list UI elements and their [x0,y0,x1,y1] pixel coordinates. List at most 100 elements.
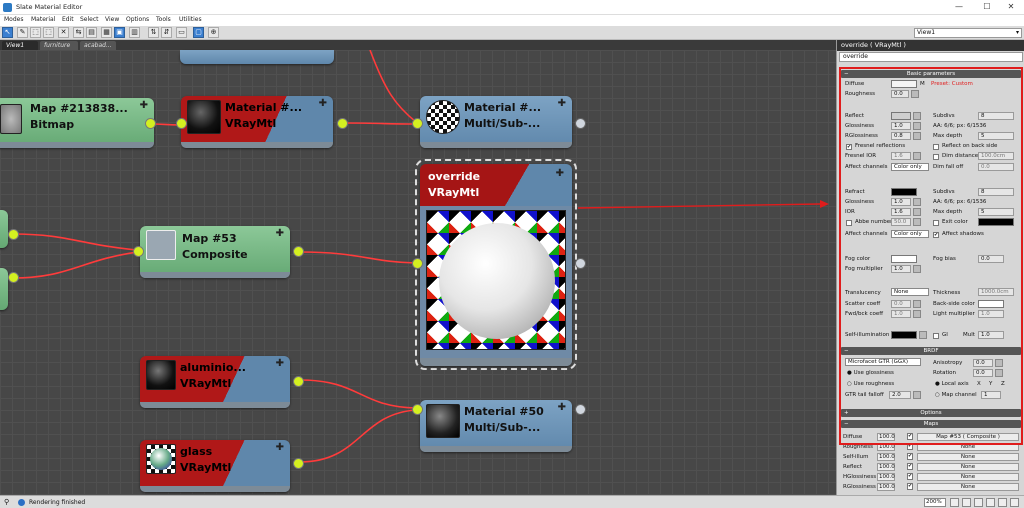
map-amount[interactable]: 100.0 [877,483,895,491]
mult-spinner[interactable]: 1.0 [978,331,1004,339]
expand-plus-icon[interactable]: ✚ [558,98,566,109]
node-glass[interactable]: glass VRayMtl ✚ [140,440,290,492]
override-input-socket[interactable] [412,258,423,269]
abbe-spinner[interactable]: 50.0 [891,218,911,226]
menu-tools[interactable]: Tools [156,16,171,23]
fog-bias-spinner[interactable]: 0.0 [978,255,1004,263]
roughness-map-button[interactable] [911,90,919,98]
glossiness-map-button[interactable] [913,122,921,130]
fresnel-ior-spinner[interactable]: 1.6 [891,152,911,160]
axis-z-button[interactable]: Z [1001,381,1005,387]
map-slot-button[interactable]: Map #53 ( Composite ) [917,433,1019,441]
map-enabled-checkbox[interactable]: ✔ [907,483,913,490]
map-amount[interactable]: 100.0 [877,443,895,451]
bitmap-output-socket[interactable] [145,118,156,129]
left-b-output-socket[interactable] [8,272,19,283]
map-channel-radio[interactable]: ○ Map channel [935,392,977,398]
fwd-bck-map-button[interactable] [913,310,921,318]
select-by-material-icon[interactable]: ▢ [193,27,204,38]
abbe-checkbox[interactable] [846,220,852,226]
node-left-partial-b[interactable] [0,268,8,310]
zoom-level[interactable]: 200% [924,498,946,507]
map-channel-spinner[interactable]: 1 [981,391,1001,399]
fog-multiplier-spinner[interactable]: 1.0 [891,265,911,273]
node-multisub-top[interactable]: Material #... Multi/Sub-... ✚ [420,96,572,148]
material-map-browser-icon[interactable]: ⇵ [161,27,172,38]
dim-falloff-spinner[interactable]: 0.0 [978,163,1014,171]
map-enabled-checkbox[interactable]: ✔ [907,453,913,460]
reflect-subdivs-spinner[interactable]: 8 [978,112,1014,120]
composite-input-socket[interactable] [133,246,144,257]
scatter-coeff-spinner[interactable]: 0.0 [891,300,911,308]
maps-header[interactable]: − Maps [841,420,1021,428]
multisub-input-socket[interactable] [412,118,423,129]
map-amount[interactable]: 100.0 [877,433,895,441]
tab-view1[interactable]: View1 [2,41,38,50]
menu-edit[interactable]: Edit [62,16,74,23]
override-output-socket[interactable] [575,258,586,269]
node-material-50[interactable]: Material #50 Multi/Sub-... ✚ [420,400,572,452]
brdf-header[interactable]: − BRDF [841,347,1021,355]
exit-color-swatch[interactable] [978,218,1014,226]
diffuse-map-button[interactable]: M [920,81,925,87]
node-composite[interactable]: Map #53 Composite ✚ [140,226,290,278]
layout-children-icon[interactable]: ⇅ [148,27,159,38]
basic-parameters-header[interactable]: − Basic parameters [841,70,1021,78]
node-left-partial-a[interactable] [0,210,8,248]
reflect-color-swatch[interactable] [891,112,911,120]
menu-utilities[interactable]: Utilities [179,16,202,23]
menu-modes[interactable]: Modes [4,16,23,23]
light-multiplier-spinner[interactable]: 1.0 [978,310,1004,318]
axis-y-button[interactable]: Y [989,381,992,387]
self-illum-color-swatch[interactable] [891,331,917,339]
ior-spinner[interactable]: 1.6 [891,208,911,216]
material-output-socket[interactable] [337,118,348,129]
axis-x-button[interactable]: X [977,381,981,387]
zoom-region-icon[interactable] [974,498,983,507]
dim-distance-spinner[interactable]: 100.0cm [978,152,1014,160]
eyedropper-icon[interactable]: ✎ [17,27,28,38]
m50-input-socket[interactable] [412,404,423,415]
menu-material[interactable]: Material [31,16,55,23]
assign-to-selection-icon[interactable]: ⬚ [43,27,54,38]
map-amount[interactable]: 100.0 [877,473,895,481]
abbe-map-button[interactable] [913,218,921,226]
fog-multiplier-map-button[interactable] [913,265,921,273]
use-glossiness-radio[interactable]: ● Use glossiness [847,370,894,376]
multisub-output-socket[interactable] [575,118,586,129]
scatter-coeff-map-button[interactable] [913,300,921,308]
affect-channels-dropdown[interactable]: Color only [891,163,929,171]
move-children-icon[interactable]: ⇆ [73,27,84,38]
map-amount[interactable]: 100.0 [877,453,895,461]
expand-plus-icon[interactable]: ✚ [558,402,566,413]
use-roughness-radio[interactable]: ○ Use roughness [847,381,894,387]
self-illum-map-button[interactable] [919,331,927,339]
map-enabled-checkbox[interactable]: ✔ [907,463,913,470]
fog-color-swatch[interactable] [891,255,917,263]
m50-output-socket[interactable] [575,404,586,415]
gi-checkbox[interactable] [933,333,939,339]
zoom-extents-icon[interactable] [986,498,995,507]
aluminio-output-socket[interactable] [293,376,304,387]
composite-output-socket[interactable] [293,246,304,257]
diffuse-color-swatch[interactable] [891,80,917,88]
zoom-extents-selected-icon[interactable] [998,498,1007,507]
material-input-socket[interactable] [176,118,187,129]
delete-icon[interactable]: ✕ [58,27,69,38]
grid-icon[interactable] [1010,498,1019,507]
local-axis-radio[interactable]: ● Local axis [935,381,969,387]
map-slot-button[interactable]: None [917,453,1019,461]
options-header[interactable]: + Options [841,409,1021,417]
map-amount[interactable]: 100.0 [877,463,895,471]
show-background-icon[interactable]: ▣ [114,27,125,38]
view-dropdown[interactable]: View1 ▾ [914,28,1022,38]
expand-plus-icon[interactable]: ✚ [276,228,284,239]
expand-plus-icon[interactable]: ✚ [319,98,327,109]
refr-glossiness-spinner[interactable]: 1.0 [891,198,911,206]
pan-icon[interactable] [950,498,959,507]
ior-map-button[interactable] [913,208,921,216]
menu-select[interactable]: Select [80,16,99,23]
put-to-scene-icon[interactable]: ⬚ [30,27,41,38]
show-map-icon[interactable]: ▦ [101,27,112,38]
refr-affect-channels-dropdown[interactable]: Color only [891,230,929,238]
